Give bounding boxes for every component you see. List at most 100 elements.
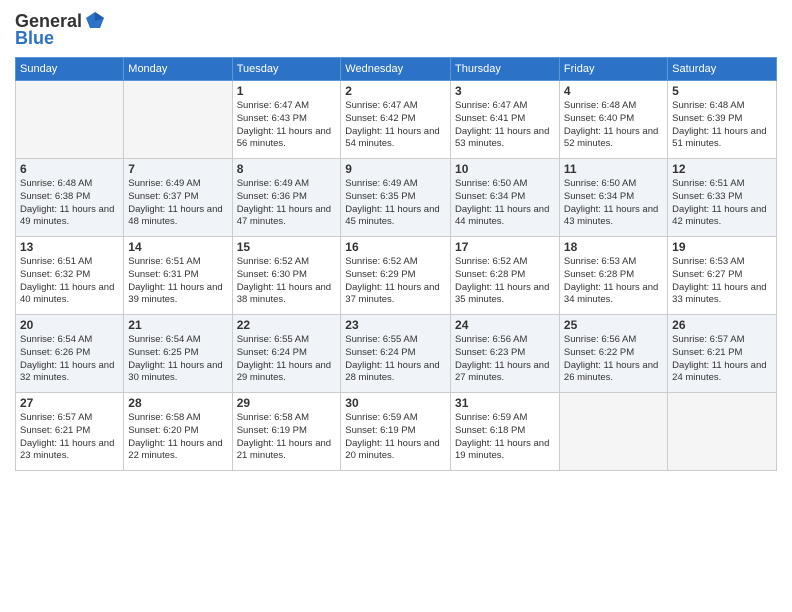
- calendar-cell: [124, 81, 232, 159]
- day-info: Sunrise: 6:58 AMSunset: 6:19 PMDaylight:…: [237, 412, 337, 463]
- day-number: 4: [564, 84, 663, 98]
- calendar-cell: 28Sunrise: 6:58 AMSunset: 6:20 PMDayligh…: [124, 393, 232, 471]
- day-info: Sunrise: 6:48 AMSunset: 6:40 PMDaylight:…: [564, 100, 663, 151]
- calendar-day-header: Monday: [124, 58, 232, 81]
- day-info: Sunrise: 6:48 AMSunset: 6:38 PMDaylight:…: [20, 178, 119, 229]
- calendar-cell: 24 Sunrise: 6:56 AMSunset: 6:23 PMDayligh…: [451, 315, 560, 393]
- day-info: Sunrise: 6:52 AMSunset: 6:28 PMDaylight:…: [455, 256, 555, 307]
- calendar-cell: 22 Sunrise: 6:55 AMSunset: 6:24 PMDayligh…: [232, 315, 341, 393]
- day-info: Sunrise: 6:59 AMSunset: 6:18 PMDaylight:…: [455, 412, 555, 463]
- calendar-cell: 26Sunrise: 6:57 AMSunset: 6:21 PMDayligh…: [668, 315, 777, 393]
- calendar-table: SundayMondayTuesdayWednesdayThursdayFrid…: [15, 57, 777, 471]
- day-number: 21: [128, 318, 227, 332]
- calendar-day-header: Tuesday: [232, 58, 341, 81]
- calendar-week-row: 27Sunrise: 6:57 AMSunset: 6:21 PMDayligh…: [16, 393, 777, 471]
- day-number: 19: [672, 240, 772, 254]
- day-number: 29: [237, 396, 337, 410]
- day-number: 22: [237, 318, 337, 332]
- day-number: 24: [455, 318, 555, 332]
- day-info: Sunrise: 6:49 AMSunset: 6:37 PMDaylight:…: [128, 178, 227, 229]
- day-number: 5: [672, 84, 772, 98]
- calendar-week-row: 1Sunrise: 6:47 AMSunset: 6:43 PMDaylight…: [16, 81, 777, 159]
- day-number: 6: [20, 162, 119, 176]
- day-number: 26: [672, 318, 772, 332]
- header: General Blue: [15, 10, 777, 49]
- day-info: Sunrise: 6:57 AMSunset: 6:21 PMDaylight:…: [20, 412, 119, 463]
- day-number: 10: [455, 162, 555, 176]
- calendar-cell: 15 Sunrise: 6:52 AMSunset: 6:30 PMDayligh…: [232, 237, 341, 315]
- day-number: 8: [237, 162, 337, 176]
- calendar-week-row: 20 Sunrise: 6:54 AMSunset: 6:26 PMDayligh…: [16, 315, 777, 393]
- day-info: Sunrise: 6:51 AMSunset: 6:32 PMDaylight:…: [20, 256, 119, 307]
- calendar-cell: 3 Sunrise: 6:47 AMSunset: 6:41 PMDaylight…: [451, 81, 560, 159]
- calendar-cell: 11 Sunrise: 6:50 AMSunset: 6:34 PMDayligh…: [559, 159, 667, 237]
- day-info: Sunrise: 6:54 AMSunset: 6:25 PMDaylight:…: [128, 334, 227, 385]
- day-number: 3: [455, 84, 555, 98]
- day-info: Sunrise: 6:55 AMSunset: 6:24 PMDaylight:…: [237, 334, 337, 385]
- day-info: Sunrise: 6:53 AMSunset: 6:27 PMDaylight:…: [672, 256, 772, 307]
- calendar-cell: 20 Sunrise: 6:54 AMSunset: 6:26 PMDayligh…: [16, 315, 124, 393]
- calendar-cell: 30Sunrise: 6:59 AMSunset: 6:19 PMDayligh…: [341, 393, 451, 471]
- day-number: 9: [345, 162, 446, 176]
- calendar-cell: 21 Sunrise: 6:54 AMSunset: 6:25 PMDayligh…: [124, 315, 232, 393]
- day-info: Sunrise: 6:56 AMSunset: 6:23 PMDaylight:…: [455, 334, 555, 385]
- calendar-cell: 19 Sunrise: 6:53 AMSunset: 6:27 PMDayligh…: [668, 237, 777, 315]
- calendar-cell: 2 Sunrise: 6:47 AMSunset: 6:42 PMDaylight…: [341, 81, 451, 159]
- day-info: Sunrise: 6:47 AMSunset: 6:42 PMDaylight:…: [345, 100, 446, 151]
- day-number: 2: [345, 84, 446, 98]
- day-number: 16: [345, 240, 446, 254]
- calendar-day-header: Sunday: [16, 58, 124, 81]
- day-number: 20: [20, 318, 119, 332]
- day-number: 13: [20, 240, 119, 254]
- day-info: Sunrise: 6:47 AMSunset: 6:43 PMDaylight:…: [237, 100, 337, 151]
- day-info: Sunrise: 6:50 AMSunset: 6:34 PMDaylight:…: [564, 178, 663, 229]
- day-info: Sunrise: 6:52 AMSunset: 6:30 PMDaylight:…: [237, 256, 337, 307]
- day-info: Sunrise: 6:51 AMSunset: 6:33 PMDaylight:…: [672, 178, 772, 229]
- day-info: Sunrise: 6:47 AMSunset: 6:41 PMDaylight:…: [455, 100, 555, 151]
- calendar-cell: 23 Sunrise: 6:55 AMSunset: 6:24 PMDayligh…: [341, 315, 451, 393]
- day-info: Sunrise: 6:53 AMSunset: 6:28 PMDaylight:…: [564, 256, 663, 307]
- calendar-cell: 12 Sunrise: 6:51 AMSunset: 6:33 PMDayligh…: [668, 159, 777, 237]
- day-number: 18: [564, 240, 663, 254]
- day-number: 11: [564, 162, 663, 176]
- calendar-day-header: Thursday: [451, 58, 560, 81]
- calendar-cell: 27Sunrise: 6:57 AMSunset: 6:21 PMDayligh…: [16, 393, 124, 471]
- calendar-day-header: Saturday: [668, 58, 777, 81]
- day-number: 23: [345, 318, 446, 332]
- calendar-cell: 17 Sunrise: 6:52 AMSunset: 6:28 PMDayligh…: [451, 237, 560, 315]
- day-info: Sunrise: 6:52 AMSunset: 6:29 PMDaylight:…: [345, 256, 446, 307]
- day-number: 12: [672, 162, 772, 176]
- day-number: 17: [455, 240, 555, 254]
- day-info: Sunrise: 6:50 AMSunset: 6:34 PMDaylight:…: [455, 178, 555, 229]
- day-info: Sunrise: 6:49 AMSunset: 6:36 PMDaylight:…: [237, 178, 337, 229]
- calendar-cell: [668, 393, 777, 471]
- calendar-cell: [559, 393, 667, 471]
- day-info: Sunrise: 6:56 AMSunset: 6:22 PMDaylight:…: [564, 334, 663, 385]
- calendar-cell: 4 Sunrise: 6:48 AMSunset: 6:40 PMDaylight…: [559, 81, 667, 159]
- calendar-cell: 7Sunrise: 6:49 AMSunset: 6:37 PMDaylight…: [124, 159, 232, 237]
- day-info: Sunrise: 6:48 AMSunset: 6:39 PMDaylight:…: [672, 100, 772, 151]
- calendar-cell: 13 Sunrise: 6:51 AMSunset: 6:32 PMDayligh…: [16, 237, 124, 315]
- page: General Blue SundayMondayTuesdayWednesda…: [0, 0, 792, 612]
- calendar-cell: 9 Sunrise: 6:49 AMSunset: 6:35 PMDaylight…: [341, 159, 451, 237]
- calendar-week-row: 6 Sunrise: 6:48 AMSunset: 6:38 PMDaylight…: [16, 159, 777, 237]
- calendar-cell: 14Sunrise: 6:51 AMSunset: 6:31 PMDayligh…: [124, 237, 232, 315]
- calendar-header-row: SundayMondayTuesdayWednesdayThursdayFrid…: [16, 58, 777, 81]
- calendar-cell: 29 Sunrise: 6:58 AMSunset: 6:19 PMDayligh…: [232, 393, 341, 471]
- day-number: 15: [237, 240, 337, 254]
- calendar-cell: 1Sunrise: 6:47 AMSunset: 6:43 PMDaylight…: [232, 81, 341, 159]
- calendar-cell: 6 Sunrise: 6:48 AMSunset: 6:38 PMDaylight…: [16, 159, 124, 237]
- day-info: Sunrise: 6:51 AMSunset: 6:31 PMDaylight:…: [128, 256, 227, 307]
- logo: General Blue: [15, 10, 106, 49]
- day-info: Sunrise: 6:49 AMSunset: 6:35 PMDaylight:…: [345, 178, 446, 229]
- day-info: Sunrise: 6:54 AMSunset: 6:26 PMDaylight:…: [20, 334, 119, 385]
- calendar-cell: 31Sunrise: 6:59 AMSunset: 6:18 PMDayligh…: [451, 393, 560, 471]
- logo-flag-icon: [84, 10, 106, 32]
- calendar-week-row: 13 Sunrise: 6:51 AMSunset: 6:32 PMDayligh…: [16, 237, 777, 315]
- logo-blue: Blue: [15, 28, 54, 49]
- day-info: Sunrise: 6:58 AMSunset: 6:20 PMDaylight:…: [128, 412, 227, 463]
- day-info: Sunrise: 6:55 AMSunset: 6:24 PMDaylight:…: [345, 334, 446, 385]
- day-number: 25: [564, 318, 663, 332]
- calendar-cell: 10 Sunrise: 6:50 AMSunset: 6:34 PMDayligh…: [451, 159, 560, 237]
- calendar-cell: 25 Sunrise: 6:56 AMSunset: 6:22 PMDayligh…: [559, 315, 667, 393]
